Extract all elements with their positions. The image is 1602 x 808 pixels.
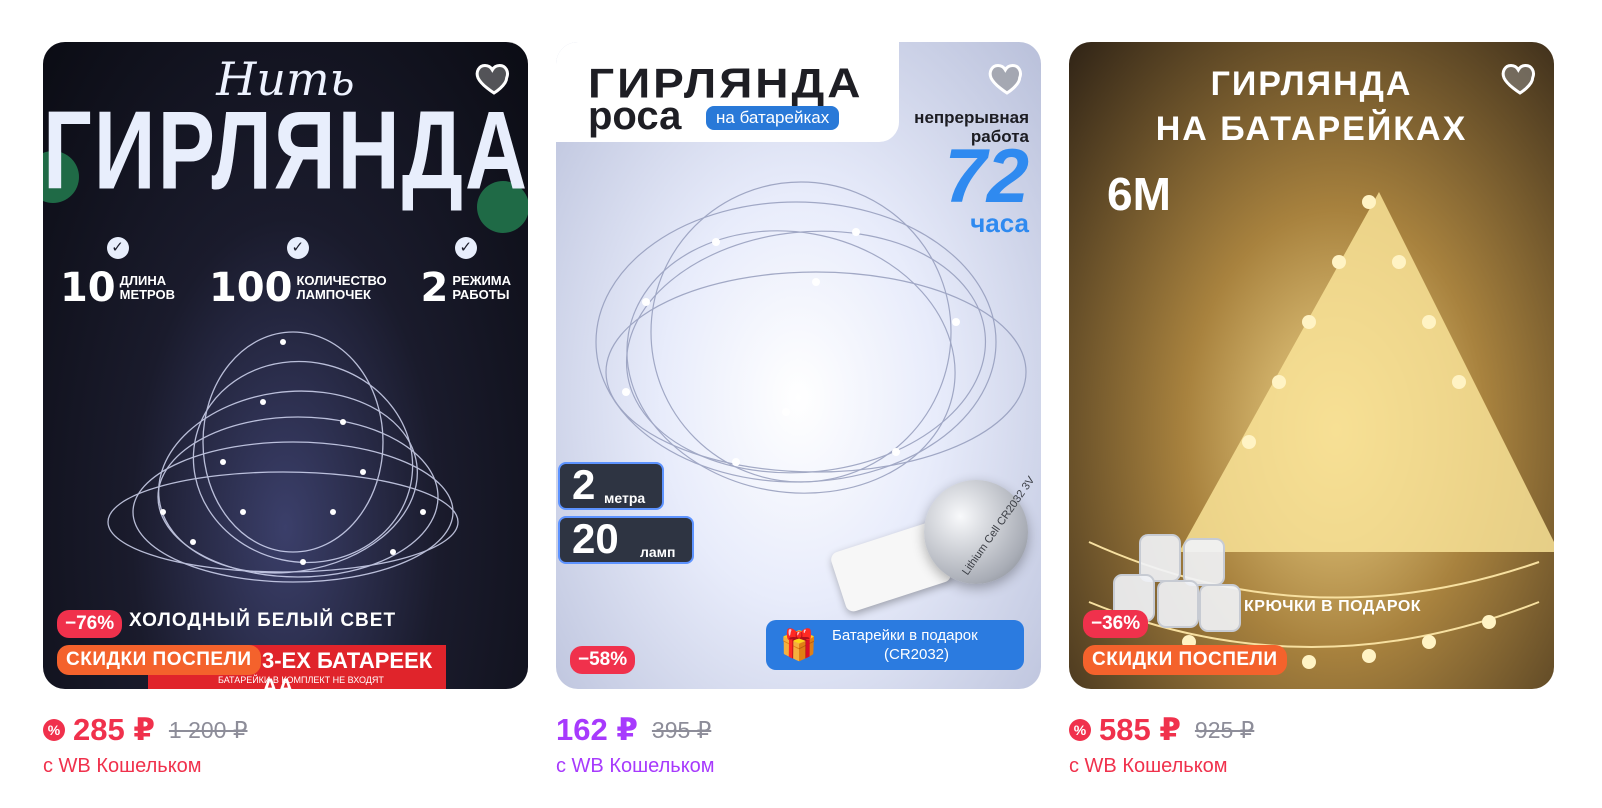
lamps-number: 20: [572, 515, 619, 562]
sale-badge: СКИДКИ ПОСПЕЛИ: [57, 645, 261, 675]
image-title: ГИРЛЯНДА НА БАТАРЕЙКАХ: [1069, 62, 1554, 152]
wallet-note: с WB Кошельком: [43, 755, 202, 777]
price: 285 ₽: [73, 712, 155, 747]
spec-number: 100: [208, 265, 293, 311]
favorite-button[interactable]: [1498, 56, 1542, 100]
spec-length: ✓ 10 ДЛИНА МЕТРОВ: [60, 237, 175, 311]
coin-cell: Lithium Cell CR2032 3V: [924, 474, 1037, 584]
spec-label: ДЛИНА МЕТРОВ: [120, 274, 175, 302]
discount-badge: −36%: [1083, 610, 1149, 638]
image-title-2: НА БАТАРЕЙКАХ: [1155, 110, 1468, 148]
heart-icon: [988, 63, 1022, 95]
hours-block: 72 часа: [944, 134, 1029, 237]
image-title-2: роса: [588, 94, 682, 138]
image-title-1: ГИРЛЯНДА: [1210, 65, 1413, 103]
meters-number: 2: [572, 461, 596, 508]
product-card-2[interactable]: ГИРЛЯНДА роса на батарейках непрерывная …: [556, 42, 1041, 777]
image-caption: ХОЛОДНЫЙ БЕЛЫЙ СВЕТ: [129, 610, 397, 631]
spec-number: 2: [420, 265, 449, 311]
heart-icon: [475, 63, 509, 95]
spec-label-1: РЕЖИМА: [452, 273, 512, 288]
price-row: % 285 ₽ 1 200 ₽: [43, 712, 248, 748]
heart-icon: [1501, 63, 1535, 95]
spec-bulbs: ✓ 100 КОЛИЧЕСТВО ЛАМПОЧЕК: [209, 237, 387, 311]
spec-label: РЕЖИМА РАБОТЫ: [452, 274, 511, 302]
continuous-line-1: непрерывная: [914, 108, 1029, 127]
product-card-1[interactable]: Нить ГИРЛЯНДА ✓ 10 ДЛИНА МЕТРОВ ✓ 100 КОЛ…: [43, 42, 528, 777]
price: 585 ₽: [1099, 712, 1181, 747]
meters-box: 2 метра: [558, 461, 664, 510]
product-card-3[interactable]: ГИРЛЯНДА НА БАТАРЕЙКАХ 6М КРЮЧКИ В ПОДАР…: [1069, 42, 1554, 777]
gift-line-2: (CR2032): [884, 646, 950, 663]
meters-unit: метра: [604, 490, 646, 506]
sale-badge: СКИДКИ ПОСПЕЛИ: [1083, 645, 1287, 675]
battery-note: БАТАРЕЙКИ В КОМПЛЕКТ НЕ ВХОДЯТ: [218, 675, 384, 685]
product-image-1[interactable]: Нить ГИРЛЯНДА ✓ 10 ДЛИНА МЕТРОВ ✓ 100 КОЛ…: [43, 42, 528, 689]
wallet-note: с WB Кошельком: [1069, 755, 1228, 777]
spec-label-2: РАБОТЫ: [452, 287, 510, 302]
spec-label-1: КОЛИЧЕСТВО: [296, 273, 387, 288]
check-icon: ✓: [286, 237, 309, 259]
gift-line-1: Батарейки в подарок: [832, 627, 978, 644]
discount-badge: −58%: [570, 646, 636, 674]
image-header: ГИРЛЯНДА роса на батарейках: [556, 42, 899, 142]
favorite-button[interactable]: [472, 56, 516, 100]
lamps-unit: ламп: [640, 544, 676, 560]
gift-icon: 🎁: [780, 629, 818, 662]
image-title-main: ГИРЛЯНДА: [43, 88, 528, 214]
product-image-2[interactable]: ГИРЛЯНДА роса на батарейках непрерывная …: [556, 42, 1041, 689]
spec-number: 10: [59, 265, 116, 311]
image-specs: ✓ 10 ДЛИНА МЕТРОВ ✓ 100 КОЛИЧЕСТВО ЛАМПОЧЕ…: [43, 237, 528, 311]
discount-badge: −76%: [57, 610, 123, 638]
lamps-box: 20 ламп: [558, 515, 694, 564]
old-price: 925 ₽: [1194, 716, 1255, 743]
hook: [1157, 580, 1199, 628]
price-row: 162 ₽ 395 ₽: [556, 712, 711, 748]
spec-label: КОЛИЧЕСТВО ЛАМПОЧЕК: [296, 274, 386, 302]
spec-label-2: ЛАМПОЧЕК: [296, 287, 371, 302]
price: 162 ₽: [556, 712, 638, 747]
wallet-discount-icon: %: [1069, 719, 1091, 741]
hours-number: 72: [944, 134, 1029, 219]
product-image-3[interactable]: ГИРЛЯНДА НА БАТАРЕЙКАХ 6М КРЮЧКИ В ПОДАР…: [1069, 42, 1554, 689]
check-icon: ✓: [106, 237, 129, 259]
battery-pill: на батарейках: [706, 106, 840, 130]
favorite-button[interactable]: [985, 56, 1029, 100]
gift-banner: 🎁 Батарейки в подарок (CR2032): [766, 620, 1024, 670]
check-icon: ✓: [454, 237, 477, 259]
spec-modes: ✓ 2 РЕЖИМА РАБОТЫ: [420, 237, 511, 311]
image-length: 6М: [1107, 168, 1171, 220]
hooks-caption: КРЮЧКИ В ПОДАРОК: [1244, 598, 1422, 615]
old-price: 395 ₽: [651, 716, 712, 743]
wallet-note: с WB Кошельком: [556, 755, 715, 777]
spec-label-2: МЕТРОВ: [119, 287, 176, 302]
hook: [1183, 538, 1225, 586]
hook: [1199, 584, 1241, 632]
wallet-discount-icon: %: [43, 719, 65, 741]
old-price: 1 200 ₽: [168, 716, 248, 743]
spec-label-1: ДЛИНА: [119, 273, 167, 288]
price-row: % 585 ₽ 925 ₽: [1069, 712, 1254, 748]
